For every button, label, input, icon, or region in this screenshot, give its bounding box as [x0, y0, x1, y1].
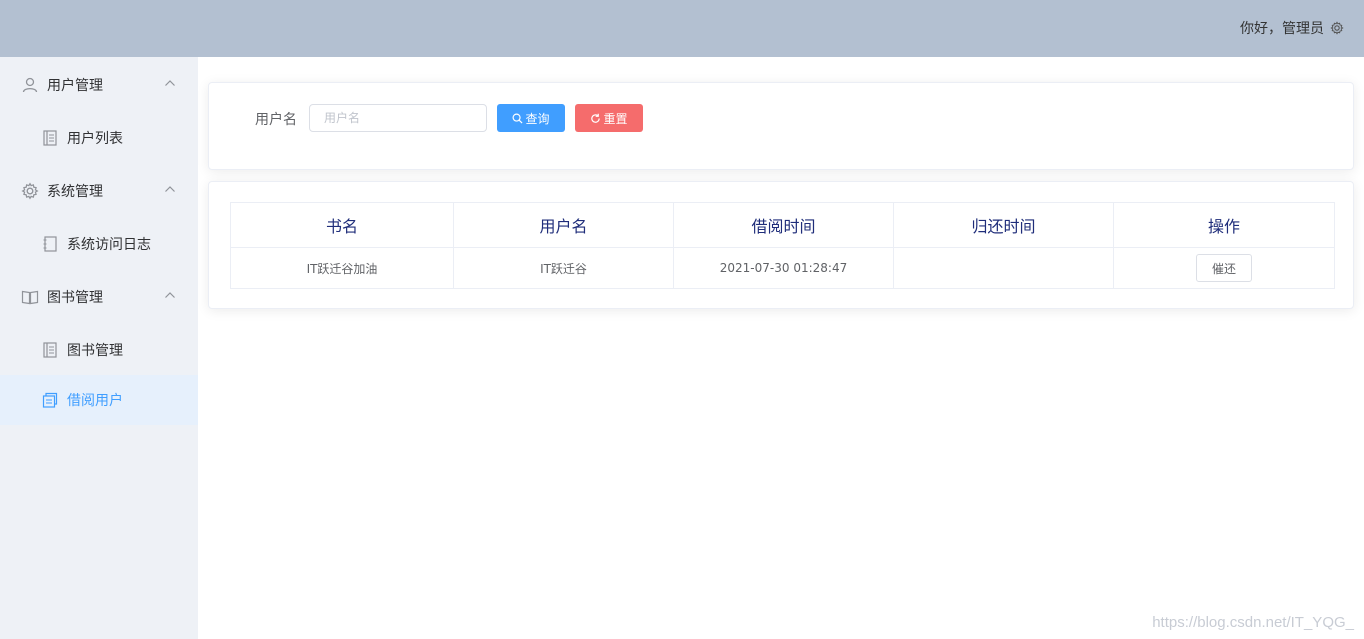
sidebar-item-label: 用户列表: [67, 131, 123, 147]
sidebar-item-book-management[interactable]: 图书管理: [0, 325, 198, 375]
refresh-icon: [590, 113, 601, 124]
tickets-icon: [41, 391, 59, 409]
column-header-action: 操作: [1113, 202, 1335, 248]
table-header-row: 书名 用户名 借阅时间 归还时间 操作: [230, 202, 1335, 248]
sidebar-group-label: 系统管理: [47, 184, 103, 200]
cell-book: IT跃迁谷加油: [230, 247, 454, 289]
username-search-input[interactable]: [309, 104, 487, 132]
column-header-book: 书名: [230, 202, 454, 248]
borrow-table-panel: 书名 用户名 借阅时间 归还时间 操作 IT跃迁谷加油 IT跃迁谷 2021-0…: [208, 181, 1354, 309]
sidebar-item-user-list[interactable]: 用户列表: [0, 113, 198, 163]
sidebar-item-access-log[interactable]: 系统访问日志: [0, 219, 198, 269]
document-icon: [41, 341, 59, 359]
reset-button[interactable]: 重置: [575, 104, 643, 132]
cell-return-time: [893, 247, 1114, 289]
watermark: https://blog.csdn.net/IT_YQG_: [1152, 614, 1354, 631]
cell-borrow-time: 2021-07-30 01:28:47: [673, 247, 894, 289]
document-icon: [41, 129, 59, 147]
column-header-borrow-time: 借阅时间: [673, 202, 894, 248]
sidebar-item-label: 借阅用户: [67, 393, 123, 409]
sidebar-item-borrow-users[interactable]: 借阅用户: [0, 375, 198, 425]
sidebar-group-system-management[interactable]: 系统管理: [0, 163, 198, 219]
remind-return-button[interactable]: 催还: [1196, 254, 1252, 282]
sidebar-group-book-management[interactable]: 图书管理: [0, 269, 198, 325]
query-button-label: 查询: [525, 111, 550, 126]
sidebar-item-label: 图书管理: [67, 343, 123, 359]
notebook-icon: [41, 235, 59, 253]
gear-icon: [21, 182, 39, 200]
cell-action: 催还: [1113, 247, 1335, 289]
sidebar-item-label: 系统访问日志: [67, 237, 151, 253]
cell-user: IT跃迁谷: [453, 247, 674, 289]
column-header-user: 用户名: [453, 202, 674, 248]
reset-button-label: 重置: [603, 111, 628, 126]
sidebar-group-user-management[interactable]: 用户管理: [0, 57, 198, 113]
search-icon: [512, 113, 523, 124]
user-icon: [21, 76, 39, 94]
query-button[interactable]: 查询: [497, 104, 565, 132]
column-header-return-time: 归还时间: [893, 202, 1114, 248]
sidebar-group-label: 图书管理: [47, 290, 103, 306]
borrow-table: 书名 用户名 借阅时间 归还时间 操作 IT跃迁谷加油 IT跃迁谷 2021-0…: [230, 202, 1335, 289]
chevron-up-icon: [164, 291, 176, 299]
top-header: 你好，管理员: [0, 0, 1364, 57]
main-content: 用户名 查询 重置 书名 用户名 借阅时间 归还时间 操作: [198, 57, 1364, 639]
gear-icon[interactable]: [1330, 21, 1344, 35]
user-menu[interactable]: 你好，管理员: [1240, 18, 1344, 38]
sidebar: 用户管理 用户列表 系统管理 系统访问日志 图书管理 图书管理 借阅用户: [0, 57, 198, 639]
book-icon: [21, 288, 39, 306]
chevron-up-icon: [164, 79, 176, 87]
sidebar-group-label: 用户管理: [47, 78, 103, 94]
greeting-text: 你好，管理员: [1240, 21, 1324, 37]
table-row: IT跃迁谷加油 IT跃迁谷 2021-07-30 01:28:47 催还: [230, 247, 1335, 289]
username-label: 用户名: [255, 112, 297, 128]
chevron-up-icon: [164, 185, 176, 193]
search-panel: 用户名 查询 重置: [208, 82, 1354, 170]
